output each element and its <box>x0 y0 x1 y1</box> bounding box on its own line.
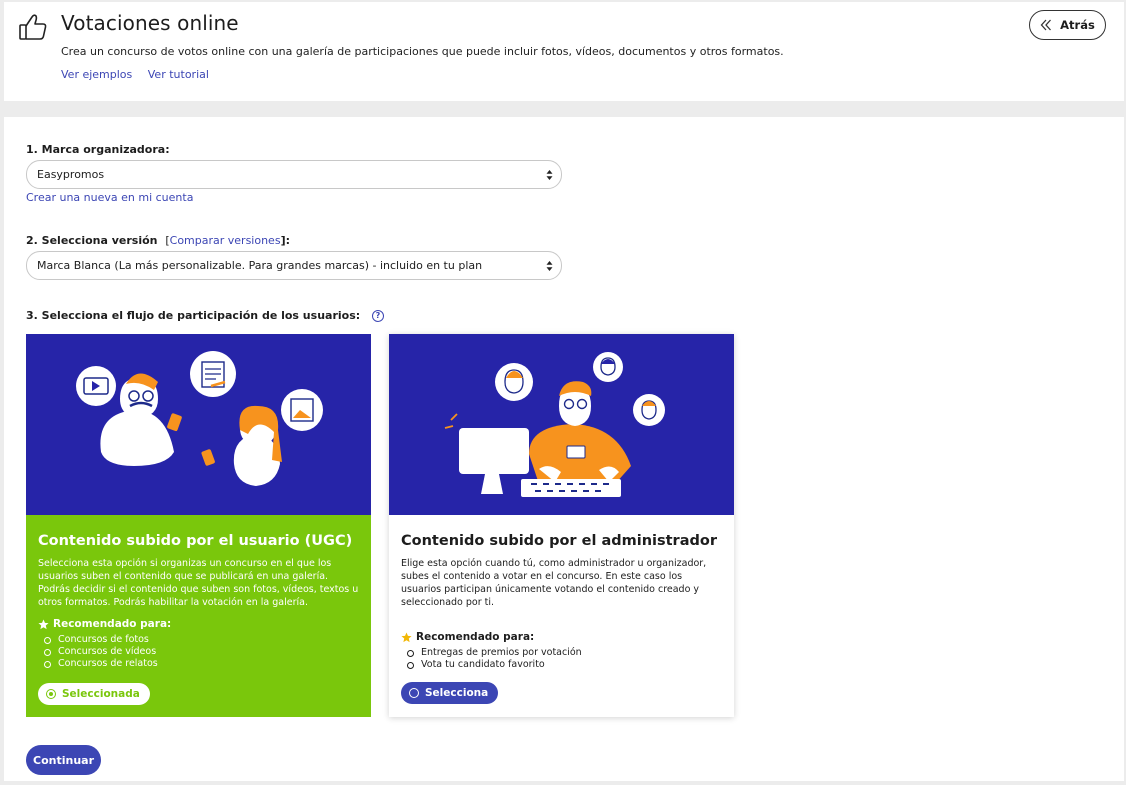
list-item: Concursos de relatos <box>44 658 158 670</box>
list-item: Entregas de premios por votación <box>407 647 582 659</box>
admin-card-title: Contenido subido por el administrador <box>401 533 717 549</box>
version-select-value: Marca Blanca (La más personalizable. Par… <box>37 259 483 272</box>
radio-selected-icon <box>46 689 56 699</box>
examples-link[interactable]: Ver ejemplos <box>61 68 132 81</box>
create-brand-link[interactable]: Crear una nueva en mi cuenta <box>26 191 193 204</box>
step2-label: 2. Selecciona versión [Comparar versione… <box>26 234 290 247</box>
version-select[interactable]: Marca Blanca (La más personalizable. Par… <box>26 251 562 280</box>
ugc-select-button[interactable]: Seleccionada <box>38 683 150 705</box>
admin-illustration <box>389 334 734 515</box>
ugc-card-text: Selecciona esta opción si organizas un c… <box>38 558 359 608</box>
ugc-recommended: Recomendado para: <box>38 618 171 630</box>
step3-label: 3. Selecciona el flujo de participación … <box>26 309 384 322</box>
select-caret-icon <box>546 261 553 271</box>
page-description: Crea un concurso de votos online con una… <box>61 45 784 58</box>
ugc-recommended-label: Recomendado para: <box>53 618 172 630</box>
star-icon <box>401 631 412 642</box>
admin-recommended-label: Recomendado para: <box>416 631 535 643</box>
ugc-card-title: Contenido subido por el usuario (UGC) <box>38 533 353 549</box>
users-uploading-illustration <box>76 351 323 486</box>
list-item: Vota tu candidato favorito <box>407 659 582 671</box>
admin-recommended: Recomendado para: <box>401 631 534 643</box>
ugc-select-label: Seleccionada <box>62 688 140 700</box>
back-button[interactable]: Atrás <box>1029 10 1106 40</box>
step2-bracket-close: ]: <box>280 234 290 247</box>
page-title: Votaciones online <box>61 11 239 35</box>
thumbs-up-icon <box>19 14 47 40</box>
step2-label-text: 2. Selecciona versión <box>26 234 158 247</box>
main-panel: 1. Marca organizadora: Easypromos Crear … <box>4 117 1124 781</box>
help-icon[interactable]: ? <box>372 310 384 322</box>
ugc-option-card[interactable]: Contenido subido por el usuario (UGC) Se… <box>26 334 371 717</box>
admin-card-text: Elige esta opción cuando tú, como admini… <box>401 558 707 608</box>
ugc-illustration <box>26 334 371 515</box>
step3-label-text: 3. Selecciona el flujo de participación … <box>26 309 361 322</box>
select-caret-icon <box>546 170 553 180</box>
admin-select-button[interactable]: Selecciona <box>401 682 499 704</box>
compare-versions-link[interactable]: Comparar versiones <box>170 234 281 247</box>
admin-recommended-list: Entregas de premios por votación Vota tu… <box>407 647 582 671</box>
list-item: Concursos de fotos <box>44 634 158 646</box>
brand-select-value: Easypromos <box>37 168 105 181</box>
page-header: Votaciones online Crea un concurso de vo… <box>4 2 1124 101</box>
admin-computer-illustration <box>444 352 665 497</box>
continue-button[interactable]: Continuar <box>26 745 101 775</box>
list-item: Concursos de vídeos <box>44 646 158 658</box>
step1-label: 1. Marca organizadora: <box>26 143 170 156</box>
ugc-recommended-list: Concursos de fotos Concursos de vídeos C… <box>44 634 158 670</box>
admin-select-label: Selecciona <box>425 687 489 699</box>
radio-unselected-icon <box>409 688 419 698</box>
admin-option-card[interactable]: Contenido subido por el administrador El… <box>389 334 734 717</box>
back-button-label: Atrás <box>1060 18 1095 32</box>
brand-select[interactable]: Easypromos <box>26 160 562 189</box>
star-icon <box>38 618 49 629</box>
double-chevron-left-icon <box>1040 19 1052 31</box>
header-links: Ver ejemplos Ver tutorial <box>61 68 221 81</box>
tutorial-link[interactable]: Ver tutorial <box>148 68 209 81</box>
